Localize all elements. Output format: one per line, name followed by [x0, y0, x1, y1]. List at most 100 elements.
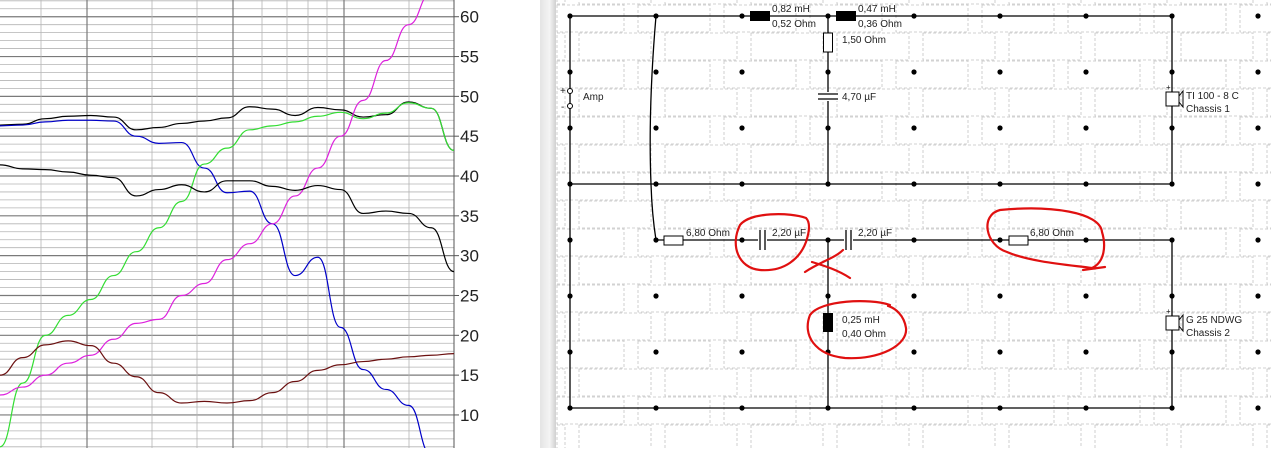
junction-dot[interactable] — [1255, 293, 1261, 299]
junction-dot[interactable] — [653, 293, 659, 299]
junction-dot[interactable] — [653, 237, 659, 243]
junction-dot[interactable] — [653, 181, 659, 187]
junction-dot[interactable] — [825, 181, 831, 187]
placeholder-box — [637, 340, 711, 369]
junction-dot[interactable] — [653, 13, 659, 19]
junction-dot[interactable] — [567, 13, 573, 19]
junction-dot[interactable] — [997, 69, 1003, 75]
junction-dot[interactable] — [739, 125, 745, 131]
junction-dot[interactable] — [1255, 69, 1261, 75]
junction-dot[interactable] — [739, 69, 745, 75]
junction-dot[interactable] — [1083, 237, 1089, 243]
junction-dot[interactable] — [997, 293, 1003, 299]
junction-dot[interactable] — [653, 349, 659, 355]
placeholder-box — [981, 116, 1055, 145]
junction-dot[interactable] — [1255, 13, 1261, 19]
placeholder-box — [1094, 88, 1168, 117]
junction-dot[interactable] — [1169, 69, 1175, 75]
inductor-l2[interactable] — [836, 11, 856, 21]
inductor-l1[interactable] — [750, 11, 770, 21]
junction-dot[interactable] — [1255, 125, 1261, 131]
placeholder-box — [1067, 60, 1141, 89]
junction-dot[interactable] — [911, 125, 917, 131]
capacitor-c3[interactable] — [844, 230, 853, 250]
junction-dot[interactable] — [567, 69, 573, 75]
y-tick-label: 45 — [460, 127, 479, 146]
placeholder-box — [664, 424, 738, 448]
y-tick-label: 35 — [460, 207, 479, 226]
junction-dot[interactable] — [567, 293, 573, 299]
junction-dot[interactable] — [739, 349, 745, 355]
junction-dot[interactable] — [567, 349, 573, 355]
junction-dot[interactable] — [1255, 181, 1261, 187]
panel-splitter[interactable] — [540, 0, 556, 448]
junction-dot[interactable] — [825, 69, 831, 75]
junction-dot[interactable] — [911, 237, 917, 243]
junction-dot[interactable] — [825, 125, 831, 131]
junction-dot[interactable] — [1169, 13, 1175, 19]
junction-dot[interactable] — [1169, 405, 1175, 411]
resistor-r3[interactable] — [1008, 235, 1029, 246]
junction-dot[interactable] — [997, 181, 1003, 187]
junction-dot[interactable] — [739, 405, 745, 411]
junction-dot[interactable] — [653, 125, 659, 131]
junction-dot[interactable] — [911, 69, 917, 75]
junction-dot[interactable] — [1255, 405, 1261, 411]
placeholder-box — [578, 312, 652, 341]
junction-dot[interactable] — [1083, 181, 1089, 187]
junction-dot[interactable] — [825, 405, 831, 411]
junction-dot[interactable] — [1169, 181, 1175, 187]
junction-dot[interactable] — [567, 181, 573, 187]
junction-dot[interactable] — [1083, 349, 1089, 355]
placeholder-box — [556, 172, 625, 201]
junction-dot[interactable] — [997, 13, 1003, 19]
resistor-r1[interactable] — [823, 32, 833, 53]
junction-dot[interactable] — [1255, 349, 1261, 355]
placeholder-box — [836, 144, 910, 173]
junction-dot[interactable] — [1169, 349, 1175, 355]
junction-dot[interactable] — [567, 237, 573, 243]
junction-dot[interactable] — [567, 405, 573, 411]
capacitor-c1[interactable] — [818, 92, 838, 101]
junction-dot[interactable] — [1169, 293, 1175, 299]
resistor-r2[interactable] — [663, 235, 684, 246]
inductor-l3[interactable] — [823, 313, 833, 332]
junction-dot[interactable] — [1169, 237, 1175, 243]
junction-dot[interactable] — [653, 405, 659, 411]
junction-dot[interactable] — [653, 69, 659, 75]
junction-dot[interactable] — [1083, 405, 1089, 411]
placeholder-box — [556, 424, 566, 448]
junction-dot[interactable] — [567, 125, 573, 131]
junction-dot[interactable] — [1083, 125, 1089, 131]
junction-dot[interactable] — [911, 181, 917, 187]
junction-dot[interactable] — [1083, 293, 1089, 299]
junction-dot[interactable] — [1083, 69, 1089, 75]
speaker-1[interactable]: + — [1165, 83, 1184, 109]
speaker1-name: TI 100 - 8 C — [1186, 91, 1239, 102]
placeholder-box — [664, 256, 738, 285]
junction-dot[interactable] — [825, 293, 831, 299]
placeholder-box — [1008, 312, 1082, 341]
capacitor-c2[interactable] — [758, 230, 767, 250]
junction-dot[interactable] — [997, 405, 1003, 411]
speaker-2[interactable]: + — [1165, 307, 1184, 333]
junction-dot[interactable] — [911, 405, 917, 411]
junction-dot[interactable] — [911, 293, 917, 299]
placeholder-box — [556, 4, 625, 33]
junction-dot[interactable] — [825, 237, 831, 243]
l2-resistance: 0,36 Ohm — [858, 19, 902, 30]
junction-dot[interactable] — [911, 349, 917, 355]
junction-dot[interactable] — [1169, 125, 1175, 131]
junction-dot[interactable] — [997, 349, 1003, 355]
junction-dot[interactable] — [739, 13, 745, 19]
junction-dot[interactable] — [1255, 237, 1261, 243]
placeholder-box — [750, 144, 824, 173]
junction-dot[interactable] — [997, 237, 1003, 243]
junction-dot[interactable] — [739, 181, 745, 187]
junction-dot[interactable] — [1083, 13, 1089, 19]
junction-dot[interactable] — [825, 13, 831, 19]
junction-dot[interactable] — [739, 237, 745, 243]
junction-dot[interactable] — [739, 293, 745, 299]
junction-dot[interactable] — [911, 13, 917, 19]
junction-dot[interactable] — [997, 125, 1003, 131]
